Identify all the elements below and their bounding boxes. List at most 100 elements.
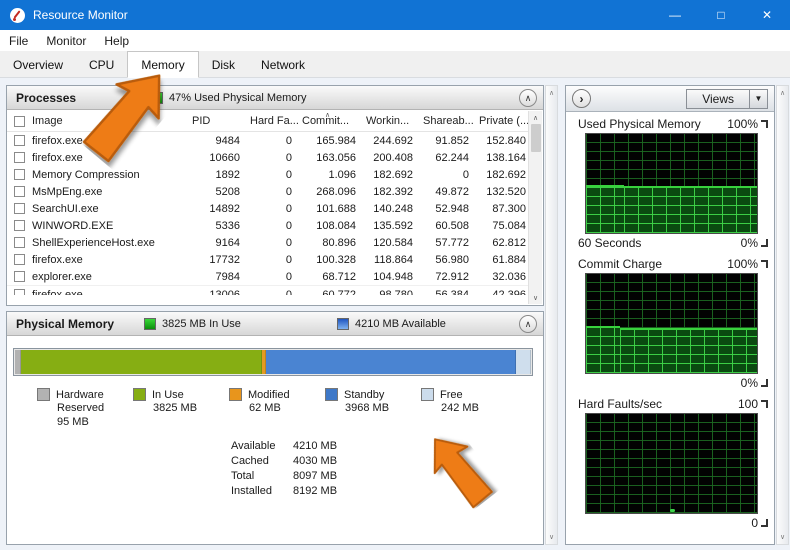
table-row[interactable]: Memory Compression 1892 0 1.096 182.692 …: [7, 166, 528, 183]
collapse-processes-button[interactable]: ∧: [519, 89, 537, 107]
table-row[interactable]: SearchUI.exe 14892 0 101.688 140.248 52.…: [7, 200, 528, 217]
col-commit[interactable]: Commit...: [292, 115, 356, 127]
tab-network[interactable]: Network: [248, 53, 318, 77]
close-button[interactable]: ✕: [744, 0, 790, 30]
cell-hard-faults: 0: [285, 270, 292, 283]
legend-in-use: In Use 3825 MB: [133, 388, 229, 429]
right-pane-scrollbar[interactable]: ∧ ∨: [776, 85, 789, 545]
col-pid[interactable]: PID: [182, 115, 240, 127]
row-checkbox[interactable]: [14, 169, 25, 180]
cell-working: 182.692: [373, 168, 413, 181]
axis-bracket-icon: [761, 379, 768, 387]
cell-hard-faults: 0: [285, 253, 292, 266]
table-row[interactable]: MsMpEng.exe 5208 0 268.096 182.392 49.87…: [7, 183, 528, 200]
axis-bracket-icon: [761, 239, 768, 247]
cell-commit: 101.688: [316, 202, 356, 215]
minimize-button[interactable]: —: [652, 0, 698, 30]
menu-file[interactable]: File: [0, 30, 37, 52]
row-checkbox[interactable]: [14, 152, 25, 163]
x-axis-label: 60 Seconds: [578, 236, 642, 250]
left-pane-scrollbar[interactable]: ∧ ∨: [545, 85, 558, 545]
row-checkbox[interactable]: [14, 220, 25, 231]
legend-label: Standby: [344, 388, 385, 401]
maximize-button[interactable]: □: [698, 0, 744, 30]
bar-segment-in-use: [21, 350, 263, 374]
scroll-up-icon[interactable]: ∧: [549, 89, 554, 97]
standby-swatch-icon: [325, 388, 338, 401]
cell-image: firefox.exe: [32, 253, 83, 266]
cell-private: 152.840: [486, 134, 526, 147]
cell-private: 32.036: [492, 270, 526, 283]
row-checkbox[interactable]: [14, 186, 25, 197]
col-hard-faults[interactable]: Hard Fa...: [240, 115, 299, 127]
cell-shareable: 0: [462, 168, 469, 181]
views-button[interactable]: Views: [686, 88, 750, 109]
table-row[interactable]: ShellExperienceHost.exe 9164 0 80.896 12…: [7, 234, 528, 251]
table-row[interactable]: firefox.exe 17732 0 100.328 118.864 56.9…: [7, 251, 528, 268]
expand-pane-button[interactable]: ›: [572, 89, 591, 108]
tab-cpu[interactable]: CPU: [76, 53, 127, 77]
summary-row-cached: Cached 4030 MB: [231, 454, 337, 469]
tab-disk[interactable]: Disk: [199, 53, 248, 77]
graph-fill-segment: [623, 186, 757, 233]
cell-hard-faults: 0: [285, 236, 292, 249]
cell-private: 42.396: [492, 288, 526, 296]
select-all-checkbox[interactable]: [14, 115, 25, 127]
summary-value: 8192 MB: [293, 485, 338, 497]
axis-bracket-icon: [761, 400, 768, 408]
bar-segment-standby: [266, 350, 517, 374]
cell-pid: 5336: [215, 219, 240, 232]
in-use-status: 3825 MB In Use: [144, 317, 241, 330]
scroll-up-icon[interactable]: ∧: [533, 111, 538, 124]
table-row[interactable]: firefox.exe 9484 0 165.984 244.692 91.85…: [7, 132, 528, 149]
menu-help[interactable]: Help: [95, 30, 138, 52]
scroll-up-icon[interactable]: ∧: [780, 89, 785, 97]
views-dropdown-button[interactable]: ▼: [750, 88, 768, 109]
cell-pid: 7984: [215, 270, 240, 283]
axis-bracket-icon: [761, 260, 768, 268]
menu-monitor[interactable]: Monitor: [37, 30, 95, 52]
scroll-down-icon[interactable]: ∨: [549, 533, 554, 541]
tab-overview[interactable]: Overview: [0, 53, 76, 77]
physical-memory-panel: Physical Memory 3825 MB In Use 4210 MB A…: [6, 311, 544, 545]
col-working-set[interactable]: Workin...: [356, 115, 413, 127]
legend-modified: Modified 62 MB: [229, 388, 325, 429]
menu-bar: File Monitor Help: [0, 30, 790, 52]
row-checkbox[interactable]: [14, 254, 25, 265]
col-shareable[interactable]: Shareab...: [413, 115, 474, 127]
graph-plot-area: [585, 273, 758, 374]
row-checkbox[interactable]: [14, 135, 25, 146]
summary-row-available: Available 4210 MB: [231, 439, 337, 454]
row-checkbox[interactable]: [14, 203, 25, 214]
y-max-label: 100%: [727, 117, 758, 131]
title-bar: Resource Monitor — □ ✕: [0, 0, 790, 30]
resource-monitor-app-icon: [10, 7, 25, 23]
views-button-group: Views ▼: [686, 88, 768, 109]
row-checkbox[interactable]: [14, 237, 25, 248]
cell-shareable: 91.852: [435, 134, 469, 147]
in-use-status-text: 3825 MB In Use: [162, 317, 241, 330]
collapse-memory-button[interactable]: ∧: [519, 315, 537, 333]
row-checkbox[interactable]: [14, 289, 25, 295]
graph-fill-segment: [586, 326, 621, 373]
row-checkbox[interactable]: [14, 271, 25, 282]
col-private[interactable]: Private (...: [469, 115, 528, 127]
processes-panel-header[interactable]: Processes 47% Used Physical Memory ∧: [7, 86, 543, 110]
cell-hard-faults: 0: [285, 151, 292, 164]
cell-private: 61.884: [492, 253, 526, 266]
scroll-down-icon[interactable]: ∨: [780, 533, 785, 541]
table-scrollbar[interactable]: ∧ ∨: [528, 111, 542, 304]
tab-memory[interactable]: Memory: [127, 51, 199, 78]
col-image[interactable]: Image: [32, 115, 182, 127]
cell-shareable: 72.912: [435, 270, 469, 283]
scroll-down-icon[interactable]: ∨: [533, 291, 538, 304]
cell-commit: 80.896: [322, 236, 356, 249]
scrollbar-thumb[interactable]: [530, 124, 541, 152]
table-row[interactable]: firefox.exe 10660 0 163.056 200.408 62.2…: [7, 149, 528, 166]
table-row[interactable]: WINWORD.EXE 5336 0 108.084 135.592 60.50…: [7, 217, 528, 234]
summary-value: 4210 MB: [293, 440, 338, 452]
table-row[interactable]: explorer.exe 7984 0 68.712 104.948 72.91…: [7, 268, 528, 285]
physical-memory-header[interactable]: Physical Memory 3825 MB In Use 4210 MB A…: [7, 312, 543, 336]
table-header-row[interactable]: Image PID Hard Fa... Commit... Workin...…: [7, 111, 528, 132]
clipped-table-row[interactable]: firefox.exe 13006 0 60.772 98.780 56.384…: [7, 285, 528, 295]
